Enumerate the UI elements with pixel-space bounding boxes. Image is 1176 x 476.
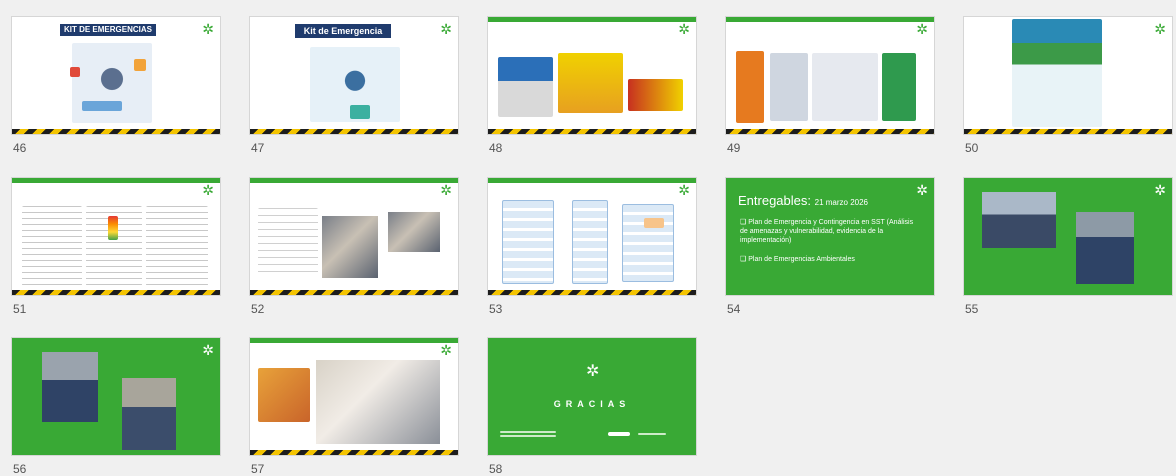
- slide-number: 49: [727, 141, 741, 155]
- hazard-stripe: [250, 450, 458, 455]
- spill-kit-photo: [498, 57, 553, 117]
- sena-logo-icon: ✲: [440, 21, 452, 37]
- slide-number: 46: [13, 141, 27, 155]
- top-bar: [12, 178, 220, 183]
- kit-item: [70, 67, 80, 77]
- slide-number: 58: [489, 462, 503, 476]
- poster: [812, 53, 878, 121]
- sena-logo-icon: ✲: [440, 182, 452, 198]
- evidence-photo: [388, 212, 440, 252]
- evacuation-poster: [1012, 19, 1102, 127]
- top-bar: [250, 338, 458, 343]
- flowchart-column: [502, 200, 554, 284]
- top-bar: [726, 17, 934, 22]
- slide-thumbnail-54[interactable]: ✲ Entregables: 21 marzo 2026 ❑ Plan de E…: [726, 178, 934, 295]
- slide-number: 53: [489, 302, 503, 316]
- hazmat-suit-photo: [558, 53, 623, 113]
- teamwork-photo: [316, 360, 440, 444]
- slide-thumbnail-50[interactable]: ✲: [964, 17, 1172, 134]
- slide-number: 55: [965, 302, 979, 316]
- poster: [882, 53, 916, 121]
- hazard-stripe: [726, 129, 934, 134]
- hazard-stripe: [964, 129, 1172, 134]
- sena-logo-icon: ✲: [1154, 182, 1166, 198]
- kit-item: [134, 59, 146, 71]
- slide-number: 50: [965, 141, 979, 155]
- hands-image: [258, 368, 310, 422]
- slide-number: 48: [489, 141, 503, 155]
- slide-number: 51: [13, 302, 27, 316]
- slide-thumbnail-56[interactable]: ✲: [12, 338, 220, 455]
- document-page: [258, 208, 318, 278]
- top-bar: [488, 178, 696, 183]
- slide-thumbnail-47[interactable]: Kit de Emergencia ✲: [250, 17, 458, 134]
- sena-logo-icon: ✲: [916, 21, 928, 37]
- sena-logo-icon: ✲: [202, 182, 214, 198]
- evidence-photos: [322, 216, 378, 278]
- deliverable-item: ❑ Plan de Emergencias Ambientales: [740, 256, 855, 263]
- flowchart-node: [644, 218, 664, 228]
- sena-logo-icon: ✲: [678, 21, 690, 37]
- slide-thumbnail-55[interactable]: ✲: [964, 178, 1172, 295]
- document-page: [22, 206, 82, 286]
- slide-title: Entregables: 21 marzo 2026: [738, 193, 868, 208]
- slide-sorter-grid: KIT DE EMERGENCIAS ✲ 46 Kit de Emergenci…: [0, 0, 1176, 476]
- slide-number: 52: [251, 302, 265, 316]
- hazard-stripe: [12, 129, 220, 134]
- kit-item: [82, 101, 122, 111]
- slide-thumbnail-52[interactable]: ✲: [250, 178, 458, 295]
- deliverable-item: ❑ Plan de Emergencia y Contingencia en S…: [740, 219, 914, 244]
- sena-logo-icon: ✲: [202, 21, 214, 37]
- slide-thumbnail-53[interactable]: ✲: [488, 178, 696, 295]
- flowchart-column: [622, 204, 674, 282]
- risk-color-scale: [108, 216, 118, 240]
- website-text-line: [638, 433, 666, 435]
- hazard-stripe: [488, 290, 696, 295]
- hazard-stripe: [250, 290, 458, 295]
- slide-thumbnail-49[interactable]: ✲: [726, 17, 934, 134]
- contact-text-line: [500, 435, 556, 437]
- hazard-stripe: [250, 129, 458, 134]
- training-photo: [982, 192, 1056, 248]
- kit-illustration: [72, 43, 152, 123]
- slide-title: KIT DE EMERGENCIAS: [60, 24, 156, 36]
- top-bar: [250, 178, 458, 183]
- sena-logo-icon: ✲: [1154, 21, 1166, 37]
- slide-number: 47: [251, 141, 265, 155]
- evacuation-photo: [42, 352, 98, 422]
- slide-thumbnail-51[interactable]: ✲: [12, 178, 220, 295]
- training-photo: [1076, 212, 1134, 284]
- slide-number: 57: [251, 462, 265, 476]
- poster: [736, 51, 764, 123]
- kit-item: [350, 105, 370, 119]
- sena-logo-icon: ✲: [440, 342, 452, 358]
- slide-number: 56: [13, 462, 27, 476]
- sena-logo-icon: ✲: [916, 182, 928, 198]
- top-bar: [488, 17, 696, 22]
- document-page: [146, 206, 208, 286]
- slide-thumbnail-58[interactable]: ✲ GRACIAS: [488, 338, 696, 455]
- sena-logo-icon: ✲: [202, 342, 214, 358]
- spill-bags-photo: [628, 79, 683, 111]
- slide-title: Kit de Emergencia: [295, 24, 391, 38]
- slide-number: 54: [727, 302, 741, 316]
- closing-title: GRACIAS: [553, 399, 631, 409]
- sena-logo-icon: ✲: [586, 363, 600, 380]
- contact-text-line: [500, 431, 556, 433]
- evacuation-photo: [122, 378, 176, 450]
- hazard-stripe: [488, 129, 696, 134]
- hazard-stripe: [12, 290, 220, 295]
- poster: [770, 53, 808, 121]
- slide-thumbnail-48[interactable]: ✲: [488, 17, 696, 134]
- social-icons: [608, 432, 630, 436]
- slide-thumbnail-57[interactable]: ✲: [250, 338, 458, 455]
- flowchart-column: [572, 200, 608, 284]
- sena-logo-icon: ✲: [678, 182, 690, 198]
- slide-thumbnail-46[interactable]: KIT DE EMERGENCIAS ✲: [12, 17, 220, 134]
